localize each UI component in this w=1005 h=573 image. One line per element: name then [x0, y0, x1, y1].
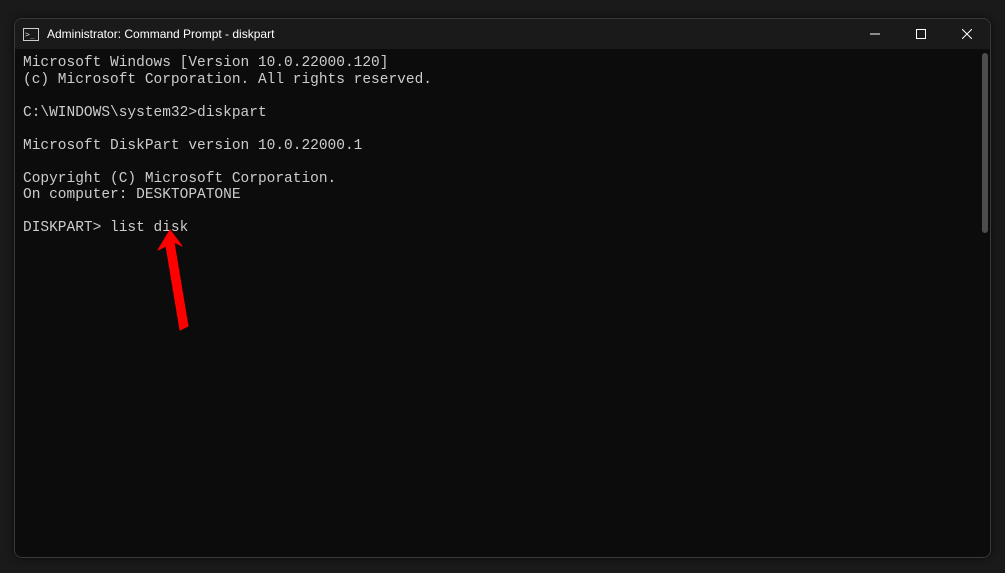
terminal-output: Microsoft Windows [Version 10.0.22000.12…: [19, 53, 982, 239]
minimize-button[interactable]: [852, 19, 898, 49]
command-prompt-window: >_ Administrator: Command Prompt - diskp…: [14, 18, 991, 558]
scrollbar-thumb[interactable]: [982, 53, 988, 233]
cmd-icon: >_: [23, 27, 39, 41]
close-button[interactable]: [944, 19, 990, 49]
svg-text:>_: >_: [25, 30, 35, 39]
window-controls: [852, 19, 990, 49]
terminal-area[interactable]: Microsoft Windows [Version 10.0.22000.12…: [15, 49, 990, 557]
window-title: Administrator: Command Prompt - diskpart: [47, 27, 274, 41]
maximize-button[interactable]: [898, 19, 944, 49]
titlebar[interactable]: >_ Administrator: Command Prompt - diskp…: [15, 19, 990, 49]
